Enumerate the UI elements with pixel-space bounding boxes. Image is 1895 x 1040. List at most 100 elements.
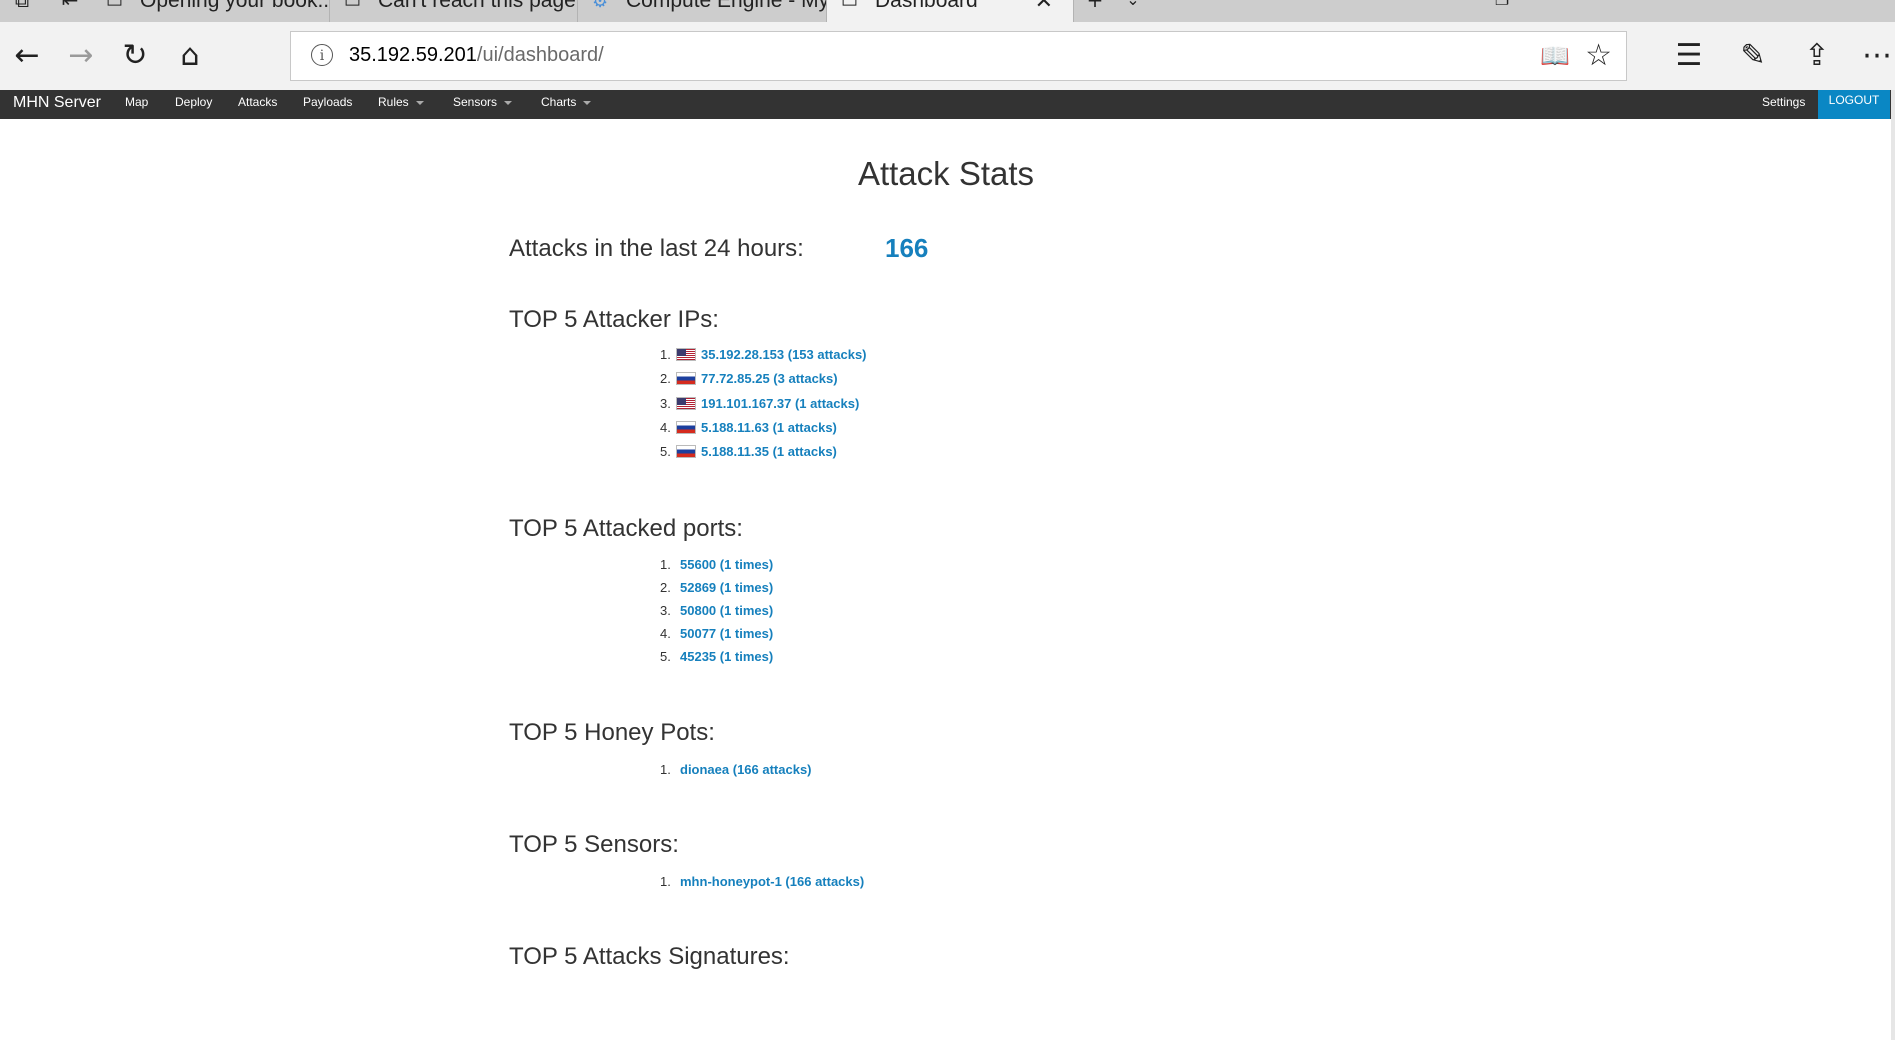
page-scrollbar[interactable] [1891,90,1895,1040]
top-sensors-heading: TOP 5 Sensors: [509,831,679,858]
favorite-star-icon[interactable]: ☆ [1585,38,1612,73]
address-bar[interactable]: i 35.192.59.201/ui/dashboard/ 📖 ☆ [290,31,1627,81]
caret-down-icon [583,100,592,105]
list-item: 2. 77.72.85.25 (3 attacks) [660,367,867,391]
nav-charts-label: Charts [541,95,577,109]
caret-down-icon [504,100,513,105]
brand-link[interactable]: MHN Server [13,94,101,112]
port-link[interactable]: 55600 (1 times) [680,557,773,572]
port-link[interactable]: 45235 (1 times) [680,649,773,664]
tab-label: Dashboard [875,0,978,12]
attacker-ip-link[interactable]: 77.72.85.25 (3 attacks) [701,371,838,386]
browser-tab-1[interactable]: ▭ Opening your book... [92,0,330,22]
new-tab-icon[interactable]: + [1083,0,1107,12]
mhn-navbar: MHN Server Map Deploy Attacks Payloads R… [0,90,1895,119]
list-number: 2. [660,580,671,595]
dashboard-content: Attack Stats Attacks in the last 24 hour… [0,119,1895,1040]
url-text[interactable]: 35.192.59.201/ui/dashboard/ [349,44,604,67]
browser-tab-2[interactable]: ▭ Can't reach this page [330,0,578,22]
top-ports-heading: TOP 5 Attacked ports: [509,515,743,542]
list-item: 3. 50800 (1 times) [660,599,773,622]
list-number: 1. [660,762,671,777]
nav-attacks[interactable]: Attacks [238,92,277,112]
list-number: 1. [660,874,671,889]
favorites-hub-icon[interactable]: ☰ [1669,38,1709,74]
list-item: 1. 55600 (1 times) [660,553,773,576]
nav-rules-label: Rules [378,95,409,109]
top-honeypots-list: 1. dionaea (166 attacks) [660,758,812,782]
share-icon[interactable]: ⇪ [1797,38,1837,74]
list-item: 4. 5.188.11.63 (1 attacks) [660,416,867,440]
tab-overview-icon[interactable]: ⧉ [10,0,34,12]
list-number: 1. [660,347,671,362]
tab-list-chevron-icon[interactable]: ⌄ [1121,0,1145,12]
attacker-ip-link[interactable]: 191.101.167.37 (1 attacks) [701,396,859,411]
tab-label: Opening your book... [140,0,330,12]
set-aside-tabs-icon[interactable]: ⇤ [58,0,82,12]
top-ips-heading: TOP 5 Attacker IPs: [509,306,719,333]
list-number: 3. [660,603,671,618]
attacker-ip-link[interactable]: 5.188.11.35 (1 attacks) [701,444,837,459]
page-icon: ▭ [841,0,859,11]
close-tab-icon[interactable]: ✕ [1035,0,1053,16]
attacker-ip-link[interactable]: 35.192.28.153 (153 attacks) [701,347,867,362]
reading-view-icon[interactable]: 📖 [1540,42,1570,70]
top-ports-list: 1. 55600 (1 times) 2. 52869 (1 times) 3. 50… [660,553,773,668]
ru-flag-icon [676,420,696,434]
top-signatures-heading: TOP 5 Attacks Signatures: [509,943,790,970]
attacker-ip-link[interactable]: 5.188.11.63 (1 attacks) [701,420,837,435]
restore-window-icon[interactable]: ❐ [1490,0,1514,12]
tab-label: Compute Engine - My First [626,0,827,12]
attacks-24h-value[interactable]: 166 [885,233,928,264]
url-host: 35.192.59.201 [349,44,477,66]
refresh-icon[interactable]: ↻ [115,38,155,74]
list-number: 4. [660,419,671,435]
port-link[interactable]: 52869 (1 times) [680,580,773,595]
list-item: 1. dionaea (166 attacks) [660,758,812,782]
browser-tab-3[interactable]: ⚙ Compute Engine - My First [578,0,827,22]
browser-tab-strip: ⧉ ⇤ ▭ Opening your book... ▭ Can't reach t… [0,0,1895,22]
logout-button[interactable]: LOGOUT [1818,90,1890,119]
nav-sensors-label: Sensors [453,95,498,109]
nav-map[interactable]: Map [125,92,148,112]
ru-flag-icon [676,372,696,386]
list-item: 5. 5.188.11.35 (1 attacks) [660,440,867,464]
browser-tab-active[interactable]: ▭ Dashboard ✕ [827,0,1074,22]
list-item: 1. mhn-honeypot-1 (166 attacks) [660,870,864,894]
gear-icon: ⚙ [592,0,609,11]
nav-settings[interactable]: Settings [1762,92,1805,112]
sensor-link[interactable]: mhn-honeypot-1 (166 attacks) [680,874,864,889]
nav-payloads[interactable]: Payloads [303,92,352,112]
more-options-icon[interactable]: ⋯ [1857,38,1895,74]
back-arrow-icon[interactable]: ← [7,38,47,74]
list-item: 4. 50077 (1 times) [660,622,773,645]
forward-arrow-icon[interactable]: → [61,38,101,74]
list-number: 3. [660,395,671,411]
page-icon: ▭ [344,0,362,11]
web-note-pen-icon[interactable]: ✎ [1733,38,1773,74]
top-sensors-list: 1. mhn-honeypot-1 (166 attacks) [660,870,864,894]
list-number: 5. [660,444,671,460]
list-item: 5. 45235 (1 times) [660,645,773,668]
list-number: 1. [660,557,671,572]
honeypot-link[interactable]: dionaea (166 attacks) [680,762,812,777]
book-icon: ▭ [106,0,124,11]
nav-deploy[interactable]: Deploy [175,92,212,112]
caret-down-icon [415,100,424,105]
ru-flag-icon [676,445,696,459]
nav-charts-dropdown[interactable]: Charts [541,92,592,112]
us-flag-icon [676,348,696,361]
site-info-icon[interactable]: i [311,44,333,66]
home-icon[interactable]: ⌂ [170,38,210,74]
top-honeypots-heading: TOP 5 Honey Pots: [509,719,715,746]
nav-sensors-dropdown[interactable]: Sensors [453,92,513,112]
url-path: /ui/dashboard/ [476,44,604,66]
attacks-24h-label: Attacks in the last 24 hours: [509,235,804,262]
nav-rules-dropdown[interactable]: Rules [378,92,424,112]
list-item: 3. 191.101.167.37 (1 attacks) [660,392,867,416]
browser-toolbar: ← → ↻ ⌂ i 35.192.59.201/ui/dashboard/ 📖 … [0,22,1895,90]
port-link[interactable]: 50800 (1 times) [680,603,773,618]
top-ips-list: 1. 35.192.28.153 (153 attacks) 2. 77.72.85… [660,343,867,464]
port-link[interactable]: 50077 (1 times) [680,626,773,641]
tab-label: Can't reach this page [378,0,576,12]
